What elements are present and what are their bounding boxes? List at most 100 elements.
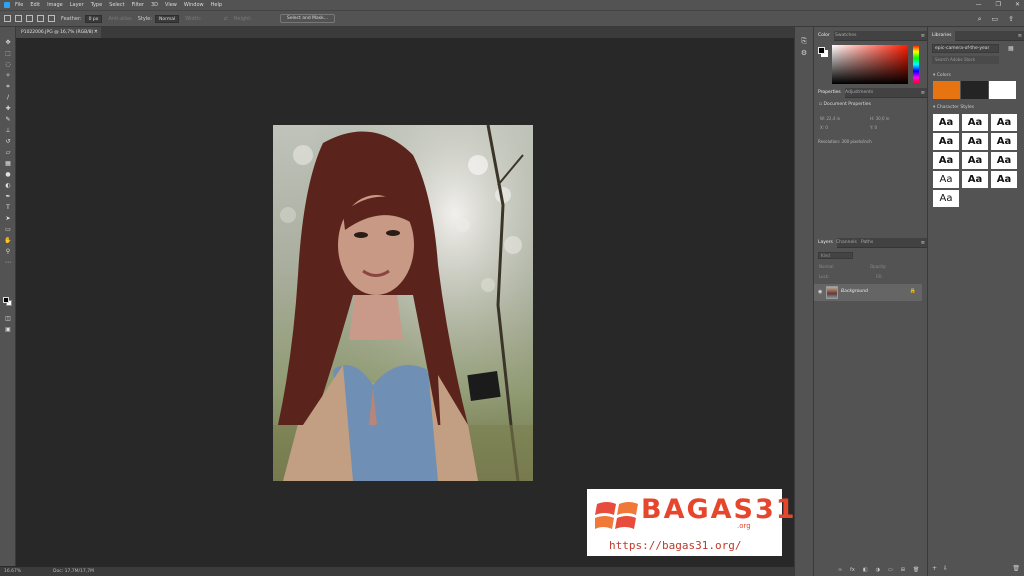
maximize-button[interactable]: ❐ xyxy=(996,1,1001,8)
y-field[interactable]: Y: 0 xyxy=(870,125,877,130)
height-field[interactable]: H: 30,0 in xyxy=(870,116,889,121)
zoom-level[interactable]: 16.67% xyxy=(4,567,21,576)
select-and-mask-button[interactable]: Select and Mask... xyxy=(279,14,335,23)
colors-heading[interactable]: ▾ Colors xyxy=(933,73,951,78)
menu-select[interactable]: Select xyxy=(109,2,124,8)
character-style[interactable]: Aa xyxy=(991,171,1017,188)
subtract-selection-icon[interactable] xyxy=(37,15,44,22)
zoom-tool-icon[interactable]: ⚲ xyxy=(4,248,12,255)
edit-toolbar-icon[interactable]: ⋯ xyxy=(4,259,12,266)
tab-adjustments[interactable]: Adjustments xyxy=(841,88,877,98)
workspace-icon[interactable]: ▭ xyxy=(992,15,999,24)
character-styles-heading[interactable]: ▾ Character Styles xyxy=(933,105,974,110)
canvas-area[interactable]: BAGAS31 .org https://bagas31.org/ xyxy=(16,38,795,566)
foreground-color-swatch[interactable] xyxy=(3,297,9,303)
eyedropper-tool-icon[interactable]: ∕ xyxy=(4,94,12,101)
panel-menu-icon[interactable]: ≡ xyxy=(921,31,925,41)
dodge-tool-icon[interactable]: ◐ xyxy=(4,182,12,189)
search-icon[interactable]: ⌕ xyxy=(978,15,982,24)
character-style[interactable]: Aa xyxy=(962,152,988,169)
document-info[interactable]: Doc: 17,7M/17,7M xyxy=(53,567,94,576)
feather-input[interactable]: 0 px xyxy=(84,14,103,23)
clone-stamp-tool-icon[interactable]: ⊥ xyxy=(4,127,12,134)
width-field[interactable]: W: 22,4 in xyxy=(820,116,840,121)
menu-window[interactable]: Window xyxy=(184,2,204,8)
marquee-tool-icon[interactable]: ⬚ xyxy=(4,50,12,57)
move-tool-icon[interactable]: ✥ xyxy=(4,39,12,46)
add-selection-icon[interactable] xyxy=(26,15,33,22)
color-picker-field[interactable] xyxy=(832,45,908,84)
screen-mode-icon[interactable]: ▣ xyxy=(4,326,12,333)
x-field[interactable]: X: 0 xyxy=(820,125,828,130)
foreground-color[interactable] xyxy=(818,47,825,54)
delete-icon[interactable]: 🗑 xyxy=(1012,565,1020,572)
character-style[interactable]: Aa xyxy=(962,133,988,150)
add-content-icon[interactable]: + xyxy=(932,565,937,572)
fx-icon[interactable]: fx xyxy=(850,567,855,573)
tab-paths[interactable]: Paths xyxy=(857,238,877,248)
layer-filter-select[interactable]: Kind xyxy=(818,252,853,259)
menu-filter[interactable]: Filter xyxy=(132,2,144,8)
magic-wand-tool-icon[interactable]: ✧ xyxy=(4,72,12,79)
eraser-tool-icon[interactable]: ▱ xyxy=(4,149,12,156)
character-style[interactable]: Aa xyxy=(933,171,959,188)
grid-view-icon[interactable]: ▦ xyxy=(1008,45,1014,52)
character-style[interactable]: Aa xyxy=(933,114,959,131)
healing-brush-tool-icon[interactable]: ✚ xyxy=(4,105,12,112)
close-button[interactable]: ✕ xyxy=(1015,1,1020,8)
history-brush-tool-icon[interactable]: ↺ xyxy=(4,138,12,145)
tab-libraries[interactable]: Libraries xyxy=(928,31,956,41)
menu-layer[interactable]: Layer xyxy=(70,2,84,8)
visibility-eye-icon[interactable]: ◉ xyxy=(818,289,822,295)
menu-edit[interactable]: Edit xyxy=(30,2,40,8)
panel-menu-icon[interactable]: ≡ xyxy=(921,238,925,248)
rectangle-tool-icon[interactable]: ▭ xyxy=(4,226,12,233)
lock-icon[interactable]: 🔒 xyxy=(910,288,916,294)
character-style[interactable]: Aa xyxy=(991,114,1017,131)
layer-background[interactable]: ◉ Background 🔒 xyxy=(814,284,922,301)
delete-layer-icon[interactable]: 🗑 xyxy=(913,567,919,573)
character-style[interactable]: Aa xyxy=(962,171,988,188)
document-tab[interactable]: P1022006.JPG @ 16,7% (RGB/8) * × xyxy=(16,27,101,38)
path-selection-tool-icon[interactable]: ➤ xyxy=(4,215,12,222)
stock-search-input[interactable]: Search Adobe Stock xyxy=(932,56,999,64)
menu-view[interactable]: View xyxy=(165,2,177,8)
panel-menu-icon[interactable]: ≡ xyxy=(1018,31,1022,41)
cloud-sync-icon[interactable]: ⇩ xyxy=(943,565,948,572)
minimize-button[interactable]: — xyxy=(976,1,982,8)
adjustment-layer-icon[interactable]: ◑ xyxy=(876,567,880,573)
menu-type[interactable]: Type xyxy=(91,2,102,8)
menu-3d[interactable]: 3D xyxy=(151,2,158,8)
new-group-icon[interactable]: ▭ xyxy=(888,567,893,573)
new-selection-icon[interactable] xyxy=(15,15,22,22)
hand-tool-icon[interactable]: ✋ xyxy=(4,237,12,244)
lasso-tool-icon[interactable]: ◌ xyxy=(4,61,12,68)
library-color-swatch[interactable] xyxy=(933,81,960,99)
new-layer-icon[interactable]: ⊞ xyxy=(901,567,905,573)
fill-label[interactable]: Fill: xyxy=(876,274,883,279)
library-select[interactable]: epic-camera-of-the-year xyxy=(932,44,999,53)
menu-image[interactable]: Image xyxy=(47,2,63,8)
brush-tool-icon[interactable]: ✎ xyxy=(4,116,12,123)
history-panel-icon[interactable]: ⎘ xyxy=(800,37,808,45)
photoshop-logo-icon[interactable] xyxy=(4,2,10,8)
intersect-selection-icon[interactable] xyxy=(48,15,55,22)
panel-menu-icon[interactable]: ≡ xyxy=(921,88,925,98)
library-color-swatch[interactable] xyxy=(989,81,1016,99)
hue-slider[interactable] xyxy=(913,45,919,84)
character-style[interactable]: Aa xyxy=(962,114,988,131)
tab-swatches[interactable]: Swatches xyxy=(831,31,861,41)
pen-tool-icon[interactable]: ✒ xyxy=(4,193,12,200)
close-tab-icon[interactable]: × xyxy=(94,27,98,38)
blend-mode-select[interactable]: Normal xyxy=(819,264,833,269)
character-style[interactable]: Aa xyxy=(933,152,959,169)
character-style[interactable]: Aa xyxy=(933,190,959,207)
portrait-photo[interactable] xyxy=(273,125,533,481)
character-style[interactable]: Aa xyxy=(991,152,1017,169)
quick-mask-icon[interactable]: ◫ xyxy=(4,315,12,322)
link-layers-icon[interactable]: ∞ xyxy=(838,567,842,573)
share-icon[interactable]: ⇪ xyxy=(1008,15,1014,24)
swap-icon[interactable]: ⇄ xyxy=(223,16,227,22)
character-style[interactable]: Aa xyxy=(991,133,1017,150)
blur-tool-icon[interactable]: ● xyxy=(4,171,12,178)
